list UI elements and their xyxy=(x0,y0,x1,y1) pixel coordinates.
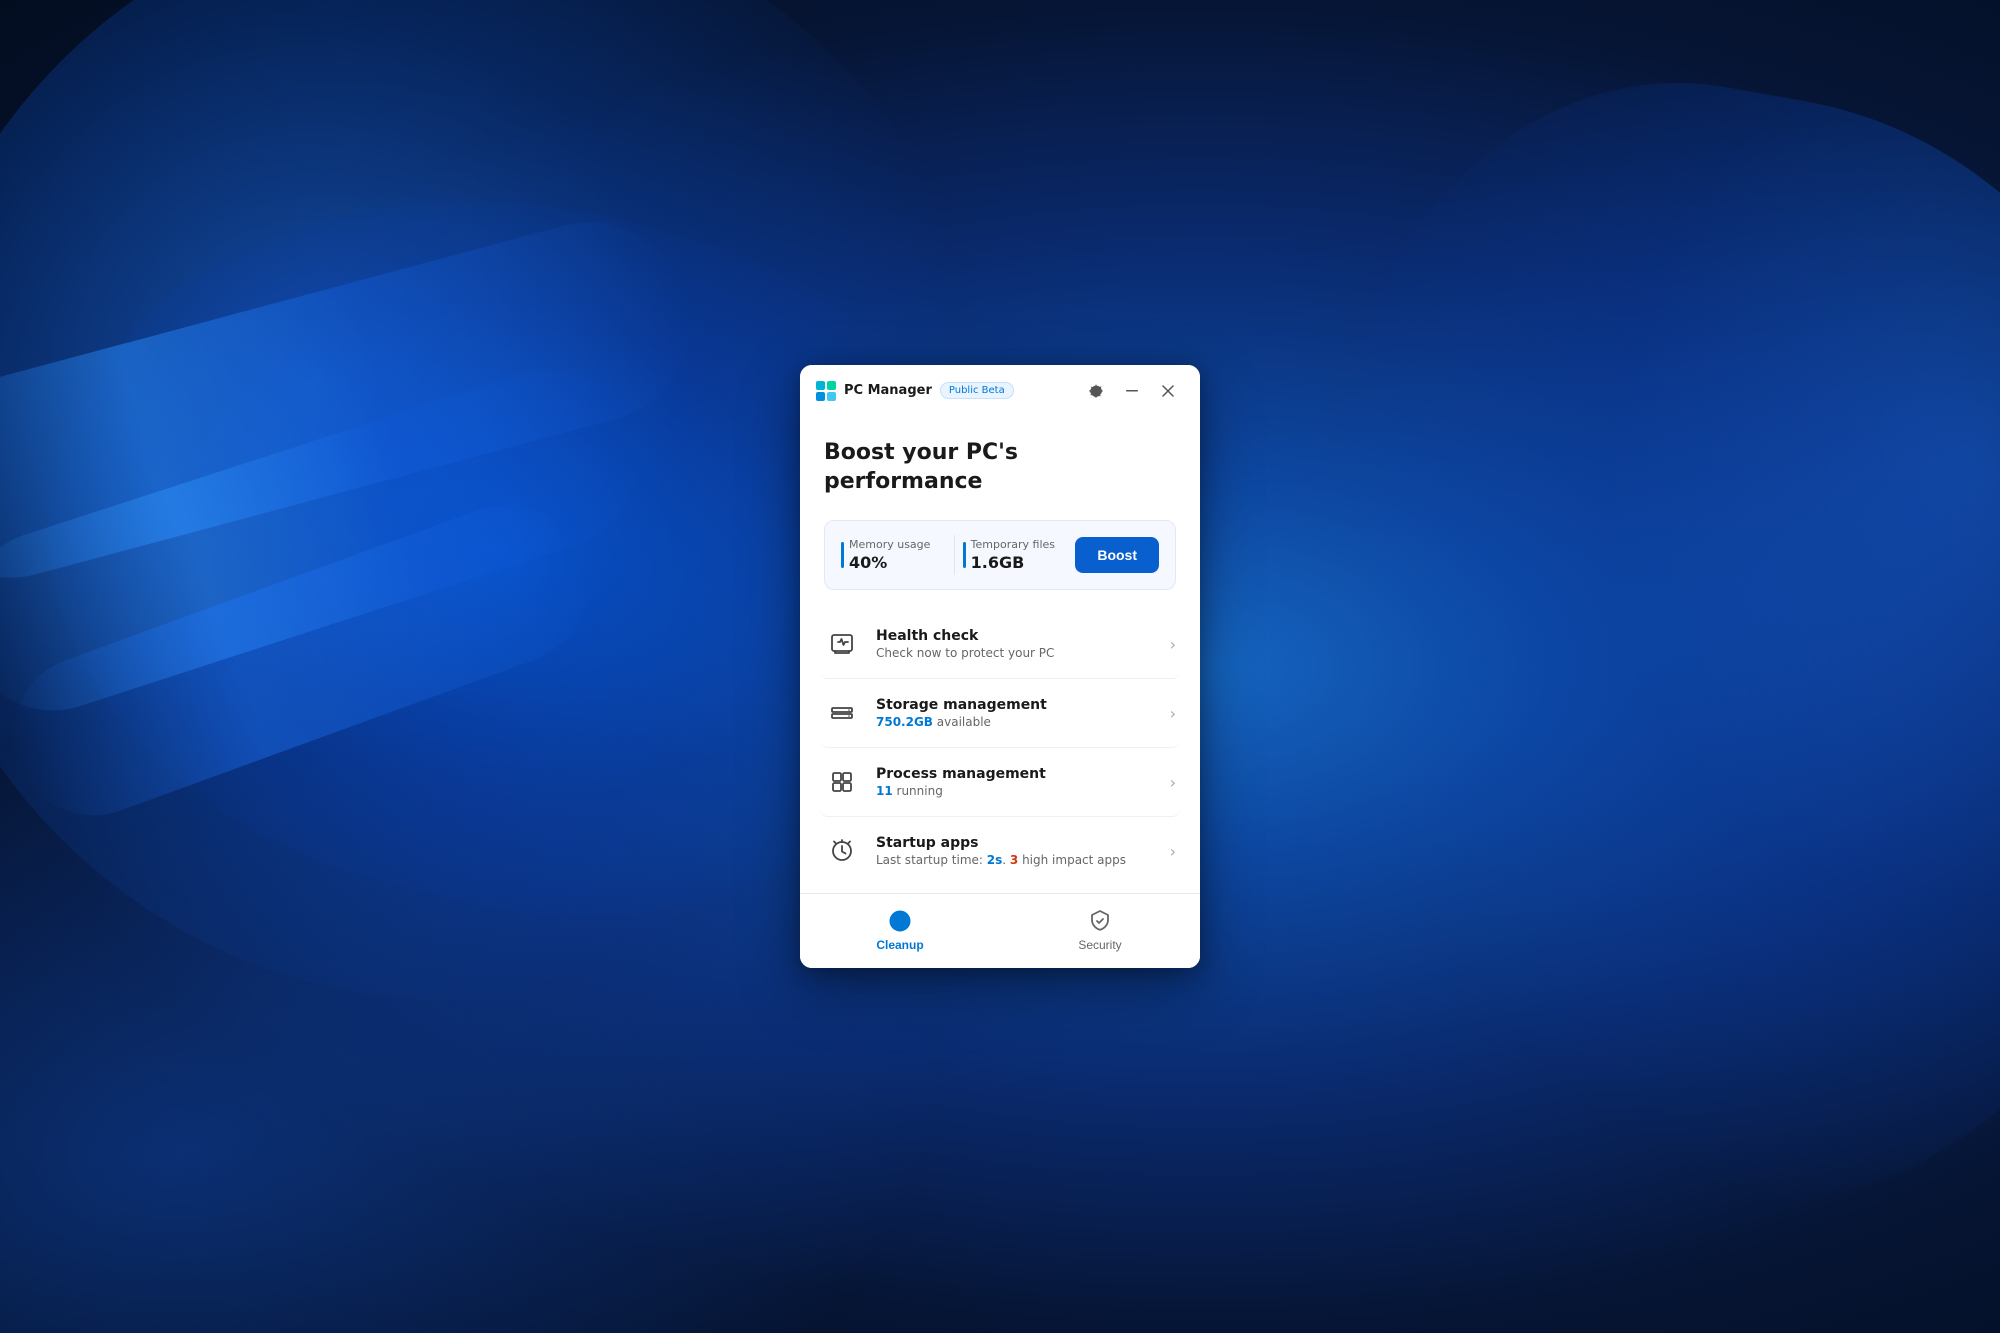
logo-sq-4 xyxy=(827,392,836,401)
startup-apps-title: Startup apps xyxy=(876,835,1154,851)
app-logo-icon xyxy=(816,381,836,401)
beta-badge: Public Beta xyxy=(940,382,1014,399)
temp-files-label: Temporary files xyxy=(971,538,1068,551)
cleanup-label: Cleanup xyxy=(876,938,923,952)
process-count: 11 xyxy=(876,784,893,798)
app-logo: PC Manager Public Beta xyxy=(816,381,1014,401)
startup-impact-suffix: high impact apps xyxy=(1018,853,1126,867)
cleanup-icon xyxy=(887,908,913,934)
health-check-item[interactable]: Health check Check now to protect your P… xyxy=(820,610,1180,679)
temp-files-stat: Temporary files 1.6GB xyxy=(963,538,1068,572)
startup-apps-chevron: › xyxy=(1170,842,1176,861)
title-bar-controls xyxy=(1080,377,1184,405)
memory-label: Memory usage xyxy=(849,538,946,551)
boost-panel: Memory usage 40% Temporary files 1.6GB B… xyxy=(824,520,1176,590)
startup-time: 2s xyxy=(987,853,1003,867)
startup-apps-text: Startup apps Last startup time: 2s. 3 hi… xyxy=(876,835,1154,867)
menu-list: Health check Check now to protect your P… xyxy=(824,610,1176,885)
memory-stat: Memory usage 40% xyxy=(841,538,946,572)
logo-sq-1 xyxy=(816,381,825,390)
storage-management-subtitle: 750.2GB available xyxy=(876,715,1154,729)
startup-impact-count: 3 xyxy=(1010,853,1018,867)
content-area: Boost your PC's performance Memory usage… xyxy=(800,415,1200,885)
health-check-title: Health check xyxy=(876,628,1154,644)
app-window: PC Manager Public Beta Bo xyxy=(800,365,1200,968)
bottom-nav: Cleanup Security xyxy=(800,893,1200,968)
security-label: Security xyxy=(1078,938,1121,952)
logo-sq-3 xyxy=(816,392,825,401)
startup-prefix: Last startup time: xyxy=(876,853,987,867)
storage-management-icon xyxy=(824,695,860,731)
settings-button[interactable] xyxy=(1080,377,1112,405)
storage-management-item[interactable]: Storage management 750.2GB available › xyxy=(820,679,1180,748)
logo-sq-2 xyxy=(827,381,836,390)
security-icon xyxy=(1087,908,1113,934)
storage-management-chevron: › xyxy=(1170,704,1176,723)
health-check-text: Health check Check now to protect your P… xyxy=(876,628,1154,660)
memory-value: 40% xyxy=(849,553,946,572)
startup-apps-subtitle: Last startup time: 2s. 3 high impact app… xyxy=(876,853,1154,867)
process-management-item[interactable]: Process management 11 running › xyxy=(820,748,1180,817)
minimize-button[interactable] xyxy=(1116,377,1148,405)
process-management-subtitle: 11 running xyxy=(876,784,1154,798)
process-management-text: Process management 11 running xyxy=(876,766,1154,798)
health-check-subtitle: Check now to protect your PC xyxy=(876,646,1154,660)
startup-separator: . xyxy=(1002,853,1010,867)
process-management-chevron: › xyxy=(1170,773,1176,792)
tab-cleanup[interactable]: Cleanup xyxy=(800,894,1000,968)
storage-management-text: Storage management 750.2GB available xyxy=(876,697,1154,729)
process-management-icon xyxy=(824,764,860,800)
boost-button[interactable]: Boost xyxy=(1075,537,1159,573)
tab-security[interactable]: Security xyxy=(1000,894,1200,968)
app-title: PC Manager xyxy=(844,383,932,398)
process-management-title: Process management xyxy=(876,766,1154,782)
title-bar: PC Manager Public Beta xyxy=(800,365,1200,415)
temp-files-value: 1.6GB xyxy=(971,553,1068,572)
health-check-chevron: › xyxy=(1170,635,1176,654)
process-running-suffix: running xyxy=(893,784,943,798)
page-heading: Boost your PC's performance xyxy=(824,439,1176,496)
startup-apps-icon xyxy=(824,833,860,869)
storage-available-suffix: available xyxy=(933,715,991,729)
health-check-icon xyxy=(824,626,860,662)
startup-apps-item[interactable]: Startup apps Last startup time: 2s. 3 hi… xyxy=(820,817,1180,885)
storage-management-title: Storage management xyxy=(876,697,1154,713)
storage-available-value: 750.2GB xyxy=(876,715,933,729)
stat-divider xyxy=(954,535,955,575)
close-button[interactable] xyxy=(1152,377,1184,405)
